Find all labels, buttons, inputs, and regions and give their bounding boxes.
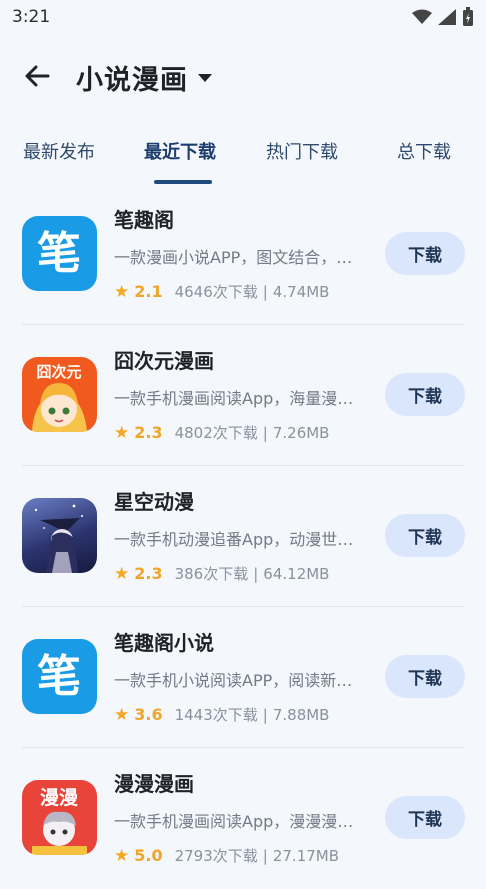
category-dropdown[interactable]: 小说漫画 [76,58,212,97]
app-meta: ★ 2.3 386次下载 | 64.12MB [114,563,329,584]
app-meta: ★ 5.0 2793次下载 | 27.17MB [114,845,339,866]
status-bar: 3:21 [0,0,486,34]
download-button[interactable]: 下载 [385,655,465,698]
app-rating: 5.0 [134,846,163,865]
icon-text: 囧次元 [36,363,81,381]
app-meta: ★ 2.1 4646次下载 | 4.74MB [114,281,329,302]
icon-text: 漫漫 [40,787,79,809]
app-header: 小说漫画 [0,50,486,102]
meta-separator: | [262,282,268,301]
chevron-down-icon [198,73,212,82]
wifi-icon [412,9,432,24]
download-count: 2793次下载 [174,847,258,865]
download-count: 4646次下载 [174,283,258,301]
app-rating: 2.1 [134,282,163,301]
back-arrow-icon[interactable] [22,61,52,91]
star-icon: ★ [114,704,130,725]
file-size: 27.17MB [272,846,340,865]
biquge-icon: 笔 [22,216,97,291]
download-button[interactable]: 下载 [385,796,465,839]
xingkong-icon [22,498,97,573]
page-title: 小说漫画 [76,65,188,96]
download-button[interactable]: 下载 [385,373,465,416]
jiongciyuan-icon: 囧次元 [22,357,97,432]
status-icons [412,7,474,27]
app-name: 笔趣阁 [114,208,174,232]
battery-icon [463,7,473,26]
list-item[interactable]: 笔 笔趣阁 一款漫画小说APP，图文结合，… ★ 2.1 4646次下载 | 4… [0,184,486,325]
download-button[interactable]: 下载 [385,514,465,557]
app-meta: ★ 2.3 4802次下载 | 7.26MB [114,422,329,443]
app-name: 星空动漫 [114,490,194,514]
app-name: 囧次元漫画 [114,349,214,373]
app-description: 一款手机漫画阅读App，漫漫漫… [114,812,354,831]
signal-icon [438,9,456,25]
list-item[interactable]: 笔 笔趣阁小说 一款手机小说阅读APP，阅读新… ★ 3.6 1443次下载 |… [0,607,486,748]
list-item[interactable]: 星空动漫 一款手机动漫追番App，动漫世… ★ 2.3 386次下载 | 64.… [0,466,486,607]
download-count: 1443次下载 [174,706,258,724]
list-item[interactable]: 囧次元 囧次元漫画 一款手机漫画阅读App，海量漫… ★ 2.3 4802次下载… [0,325,486,466]
file-size: 4.74MB [272,282,330,301]
file-size: 7.88MB [272,705,330,724]
app-name: 笔趣阁小说 [114,631,214,655]
download-button[interactable]: 下载 [385,232,465,275]
biquge-novel-icon: 笔 [22,639,97,714]
list-item[interactable]: 漫漫 漫漫漫画 一款手机漫画阅读App，漫漫漫… ★ 5.0 2793次下载 |… [0,748,486,889]
app-meta: ★ 3.6 1443次下载 | 7.88MB [114,704,329,725]
app-rating: 2.3 [134,423,163,442]
app-description: 一款手机动漫追番App，动漫世… [114,530,354,549]
tab-total-downloads[interactable]: 总下载 [397,138,451,164]
app-rating: 3.6 [134,705,163,724]
tab-latest-release[interactable]: 最新发布 [23,138,95,164]
star-icon: ★ [114,422,130,443]
app-description: 一款手机小说阅读APP，阅读新… [114,671,353,690]
star-icon: ★ [114,845,130,866]
meta-separator: | [253,564,259,583]
status-time: 3:21 [12,7,51,27]
file-size: 64.12MB [263,564,330,583]
file-size: 7.26MB [272,423,330,442]
meta-separator: | [262,846,268,865]
app-rating: 2.3 [134,564,163,583]
svg-text:笔: 笔 [37,651,81,702]
tab-popular-downloads[interactable]: 热门下载 [266,138,338,164]
manman-icon: 漫漫 [22,780,97,855]
star-icon: ★ [114,563,130,584]
svg-text:笔: 笔 [37,228,81,279]
meta-separator: | [262,423,268,442]
app-name: 漫漫漫画 [114,772,194,796]
app-description: 一款漫画小说APP，图文结合，… [114,248,353,267]
meta-separator: | [262,705,268,724]
download-count: 4802次下载 [174,424,258,442]
app-description: 一款手机漫画阅读App，海量漫… [114,389,354,408]
star-icon: ★ [114,281,130,302]
sort-tabs: 最新发布 最近下载 热门下载 总下载 [0,128,486,188]
download-count: 386次下载 [174,565,249,583]
tab-recent-downloads[interactable]: 最近下载 [144,138,216,164]
